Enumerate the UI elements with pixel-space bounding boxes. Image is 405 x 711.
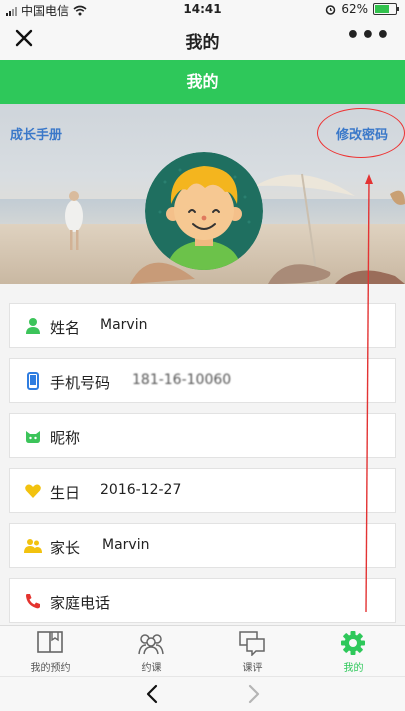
- name-row[interactable]: 姓名 Marvin: [9, 303, 396, 348]
- birthday-row[interactable]: 生日 2016-12-27: [9, 468, 396, 513]
- avatar: [145, 152, 263, 270]
- annotation-circle: [317, 108, 405, 158]
- tab-book-class[interactable]: 约课: [101, 626, 202, 676]
- phone-label: 手机号码: [50, 374, 111, 392]
- parents-icon: [24, 539, 42, 553]
- battery-icon: [373, 3, 399, 15]
- birthday-label: 生日: [50, 484, 81, 502]
- telephone-icon: [26, 594, 40, 609]
- book-icon: [37, 631, 63, 653]
- phone-icon: [27, 372, 39, 390]
- nickname-icon: [26, 431, 40, 443]
- alarm-icon: [326, 4, 336, 15]
- tab-class-reviews[interactable]: 课评: [202, 626, 303, 676]
- nickname-label: 昵称: [50, 429, 81, 447]
- profile-banner: 成长手册 修改密码: [0, 104, 405, 284]
- home-phone-label: 家庭电话: [50, 594, 111, 612]
- parent-value: Marvin: [102, 537, 150, 553]
- person-icon: [26, 318, 40, 334]
- parent-row[interactable]: 家长 Marvin: [9, 523, 396, 568]
- status-bar: 中国电信 14:41 62%: [0, 0, 405, 18]
- phone-value: 181-16-10060: [132, 372, 232, 388]
- name-label: 姓名: [50, 319, 81, 337]
- tab-label: 约课: [141, 663, 162, 674]
- forward-arrow-icon[interactable]: [243, 684, 263, 704]
- section-header: 我的: [0, 60, 405, 104]
- gear-icon: [341, 631, 365, 655]
- tab-label: 课评: [242, 663, 263, 674]
- home-phone-row[interactable]: 家庭电话: [9, 578, 396, 623]
- back-arrow-icon[interactable]: [143, 684, 163, 704]
- nickname-row[interactable]: 昵称: [9, 413, 396, 458]
- status-right: 62%: [325, 2, 399, 16]
- more-icon[interactable]: •••: [346, 25, 391, 47]
- battery-percent: 62%: [341, 2, 368, 16]
- phone-row[interactable]: 手机号码 181-16-10060: [9, 358, 396, 403]
- birthday-value: 2016-12-27: [100, 482, 182, 498]
- tab-mine[interactable]: 我的: [303, 626, 404, 676]
- heart-icon: [25, 484, 41, 498]
- group-icon: [138, 634, 164, 655]
- tab-bar: 我的预约 约课 课评 我的: [0, 625, 405, 676]
- navigation-bar: 我的 •••: [0, 18, 405, 60]
- growth-handbook-link[interactable]: 成长手册: [10, 124, 62, 143]
- tab-label: 我的预约: [30, 663, 71, 674]
- parent-label: 家长: [50, 539, 81, 557]
- chat-icon: [239, 631, 265, 656]
- tab-my-bookings[interactable]: 我的预约: [0, 626, 101, 676]
- browser-toolbar: [0, 676, 405, 711]
- name-value: Marvin: [100, 317, 148, 333]
- page-title: 我的: [185, 33, 220, 53]
- tab-label: 我的: [343, 663, 364, 674]
